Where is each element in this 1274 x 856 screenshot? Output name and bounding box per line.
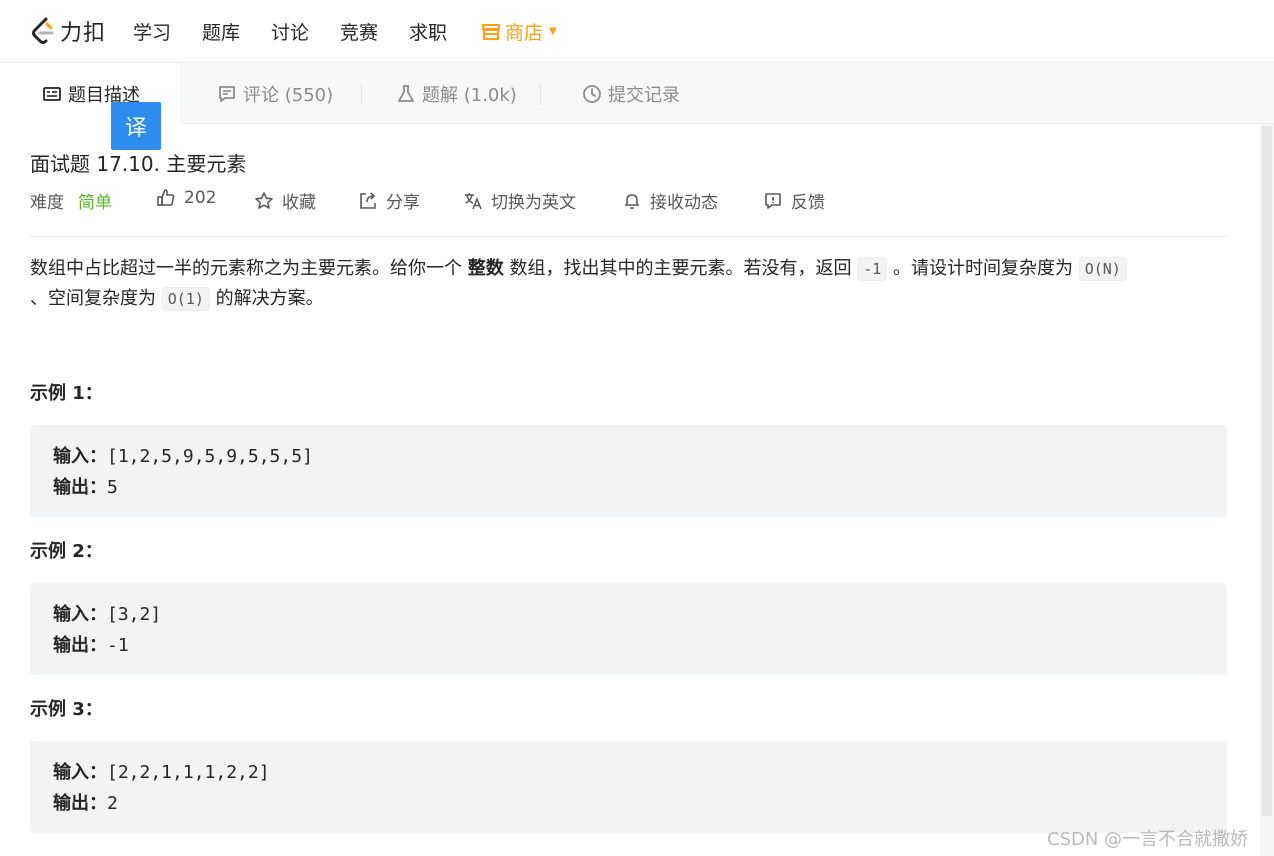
description-text: 数组，找出其中的主要元素。若没有，返回 bbox=[503, 258, 858, 279]
input-label: 输入： bbox=[53, 446, 107, 467]
input-value: [3,2] bbox=[107, 604, 162, 625]
nav-store[interactable]: 商店 ▼ bbox=[481, 18, 557, 45]
example-input: 输入： [1,2,5,9,5,9,5,5,5] bbox=[53, 441, 1227, 472]
output-value: 2 bbox=[107, 793, 118, 814]
input-label: 输入： bbox=[53, 762, 107, 783]
inline-code: -1 bbox=[857, 257, 888, 281]
output-value: -1 bbox=[107, 635, 129, 656]
tab-submissions[interactable]: 提交记录 bbox=[582, 63, 680, 124]
share-button[interactable]: 分享 bbox=[358, 188, 420, 213]
bell-icon bbox=[625, 193, 639, 209]
feedback-label: 反馈 bbox=[791, 193, 825, 213]
input-value: [2,2,1,1,1,2,2] bbox=[107, 762, 270, 783]
share-label: 分享 bbox=[386, 193, 420, 213]
chevron-down-icon: ▼ bbox=[549, 26, 557, 37]
clock-icon bbox=[583, 84, 601, 103]
description-text: 数组中占比超过一半的元素称之为主要元素。给你一个 bbox=[30, 258, 468, 279]
tab-solutions-label: 题解 (1.0k) bbox=[422, 84, 517, 106]
nav-jobs[interactable]: 求职 bbox=[409, 18, 447, 45]
output-label: 输出： bbox=[53, 793, 107, 814]
like-count: 202 bbox=[184, 188, 217, 208]
problem-title: 面试题 17.10. 主要元素 bbox=[30, 152, 247, 176]
scrollbar-thumb[interactable] bbox=[1262, 126, 1272, 816]
nav-contest[interactable]: 竞赛 bbox=[340, 18, 378, 45]
watermark: CSDN @一言不合就撒娇 bbox=[1047, 829, 1249, 850]
example-output: 输出： 5 bbox=[53, 472, 1227, 503]
like-button[interactable]: 202 bbox=[156, 188, 216, 208]
nav-discuss[interactable]: 讨论 bbox=[271, 18, 309, 45]
output-label: 输出： bbox=[53, 635, 107, 656]
input-label: 输入： bbox=[53, 604, 107, 625]
translate-icon bbox=[465, 192, 482, 209]
description-text: 。请设计时间复杂度为 bbox=[887, 258, 1079, 279]
example-3-title: 示例 3： bbox=[30, 699, 103, 720]
nav-problemset[interactable]: 题库 bbox=[202, 18, 240, 45]
output-label: 输出： bbox=[53, 477, 107, 498]
favorite-label: 收藏 bbox=[282, 193, 316, 213]
favorite-button[interactable]: 收藏 bbox=[254, 188, 316, 213]
star-icon bbox=[255, 191, 273, 209]
description-text: 的解决方案。 bbox=[209, 288, 324, 309]
tab-comments-label: 评论 (550) bbox=[243, 84, 334, 106]
description-icon bbox=[43, 87, 61, 101]
leetcode-logo-icon bbox=[32, 17, 54, 44]
example-input: 输入： [3,2] bbox=[53, 599, 1227, 630]
inline-code: O(1) bbox=[161, 287, 210, 311]
subscribe-label: 接收动态 bbox=[650, 193, 718, 213]
nav-learn[interactable]: 学习 bbox=[133, 18, 171, 45]
thumbs-up-icon bbox=[157, 189, 175, 206]
problem-description: 数组中占比超过一半的元素称之为主要元素。给你一个 整数 数组，找出其中的主要元素… bbox=[30, 254, 1227, 314]
difficulty: 难度 简单 bbox=[30, 188, 112, 213]
flask-icon bbox=[398, 84, 414, 102]
example-input: 输入： [2,2,1,1,1,2,2] bbox=[53, 757, 1227, 788]
difficulty-value: 简单 bbox=[78, 193, 112, 213]
share-icon bbox=[360, 191, 376, 209]
tab-comments[interactable]: 评论 (550) bbox=[217, 63, 333, 124]
example-2-block: 输入： [3,2] 输出： -1 bbox=[30, 583, 1227, 675]
problem-meta-bar: 难度 简单 202 收藏 分享 切换为英文 接收动态 反馈 bbox=[30, 188, 1227, 214]
store-icon bbox=[482, 23, 500, 40]
inline-code: O(N) bbox=[1078, 257, 1127, 281]
example-output: 输出： 2 bbox=[53, 788, 1227, 819]
subscribe-button[interactable]: 接收动态 bbox=[622, 188, 718, 213]
tab-solutions[interactable]: 题解 (1.0k) bbox=[396, 63, 517, 124]
description-text: 、空间复杂度为 bbox=[30, 288, 162, 309]
nav-store-label: 商店 bbox=[505, 22, 544, 44]
comment-icon bbox=[219, 85, 235, 102]
translate-button[interactable]: 译 bbox=[111, 102, 161, 150]
feedback-icon bbox=[765, 192, 781, 209]
example-1-title: 示例 1： bbox=[30, 383, 103, 404]
input-value: [1,2,5,9,5,9,5,5,5] bbox=[107, 446, 313, 467]
description-bold: 整数 bbox=[467, 258, 504, 279]
switch-language-button[interactable]: 切换为英文 bbox=[463, 188, 576, 213]
example-2-title: 示例 2： bbox=[30, 541, 103, 562]
example-3-block: 输入： [2,2,1,1,1,2,2] 输出： 2 bbox=[30, 741, 1227, 833]
divider bbox=[30, 236, 1227, 237]
logo-text: 力扣 bbox=[60, 21, 107, 46]
difficulty-label: 难度 bbox=[30, 193, 64, 213]
feedback-button[interactable]: 反馈 bbox=[763, 188, 825, 213]
problem-tabbar: 题目描述 评论 (550) 题解 (1.0k) 提交记录 bbox=[0, 63, 1274, 125]
example-output: 输出： -1 bbox=[53, 630, 1227, 661]
tab-divider bbox=[540, 83, 541, 105]
leetcode-logo[interactable]: 力扣 bbox=[30, 16, 106, 46]
tab-divider bbox=[361, 83, 362, 105]
output-value: 5 bbox=[107, 477, 118, 498]
tab-submissions-label: 提交记录 bbox=[608, 84, 680, 106]
switch-language-label: 切换为英文 bbox=[491, 193, 576, 213]
example-1-block: 输入： [1,2,5,9,5,9,5,5,5] 输出： 5 bbox=[30, 425, 1227, 517]
top-navigation: 力扣 学习 题库 讨论 竞赛 求职 商店 ▼ bbox=[0, 0, 1274, 63]
